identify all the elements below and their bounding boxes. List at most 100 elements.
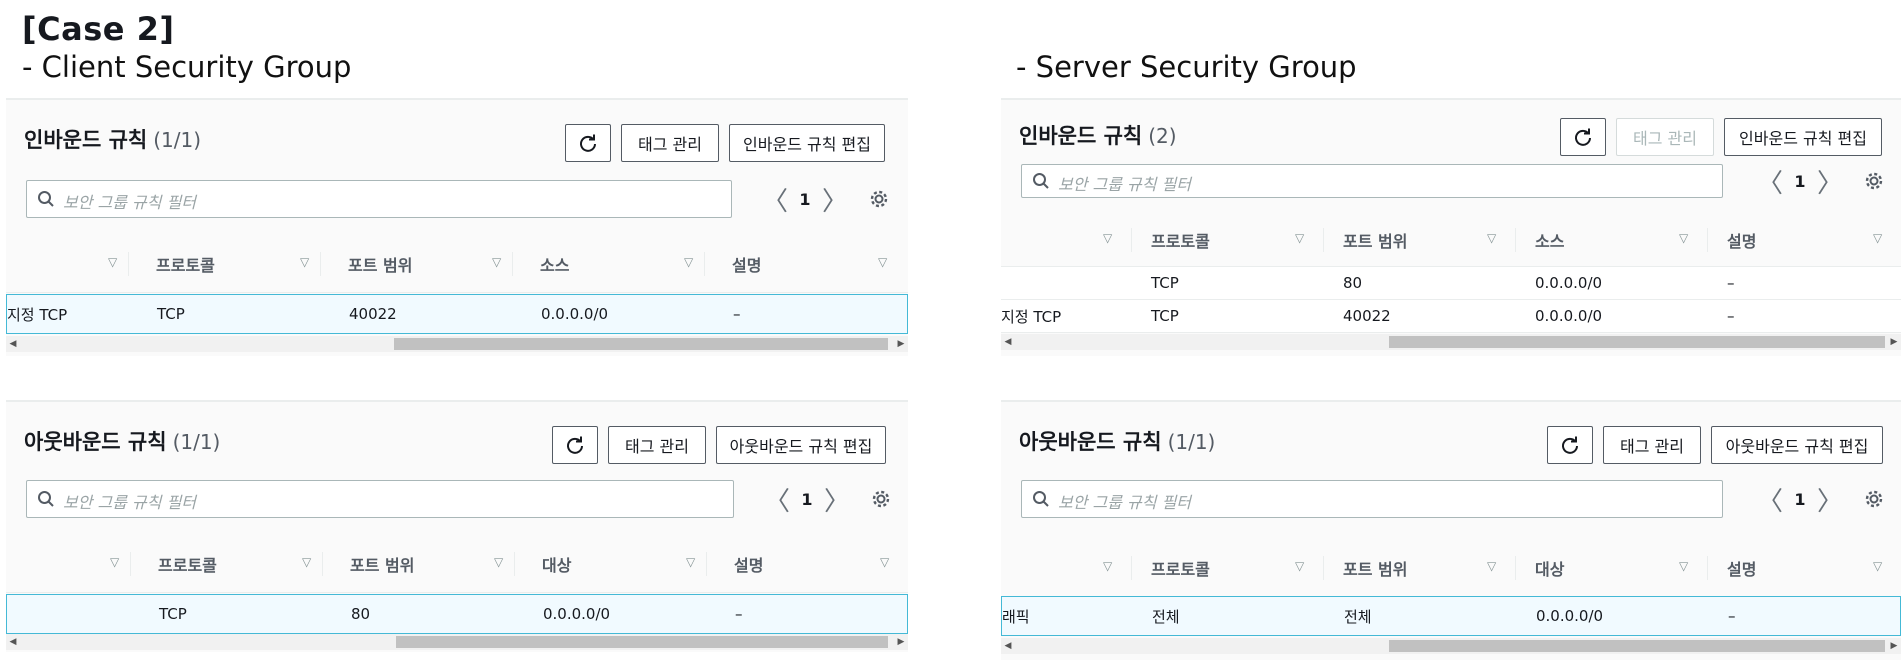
sort-icon[interactable]: ▽	[1295, 560, 1307, 572]
table-header: ▽ 프로토콜 ▽ 포트 범위 ▽ 대상 ▽ 설명 ▽	[6, 536, 908, 593]
page-number[interactable]: 1	[788, 190, 822, 209]
pagination: 〈 1 〉	[1757, 480, 1843, 518]
tag-manage-button[interactable]: 태그 관리	[608, 426, 706, 464]
refresh-icon	[1562, 436, 1578, 454]
panel-title: 아웃바운드 규칙 (1/1)	[24, 430, 221, 454]
scrollbar-thumb[interactable]	[396, 636, 888, 648]
settings-gear-icon[interactable]	[870, 488, 892, 510]
panel-title: 인바운드 규칙 (2)	[1019, 124, 1177, 148]
next-page-button[interactable]: 〉	[1817, 163, 1843, 200]
edit-outbound-rules-button[interactable]: 아웃바운드 규칙 편집	[1711, 426, 1883, 464]
scrollbar-thumb[interactable]	[1389, 336, 1885, 348]
column-header-description[interactable]: 설명	[732, 236, 761, 292]
prev-page-button[interactable]: 〈	[1757, 163, 1783, 200]
prev-page-button[interactable]: 〈	[764, 481, 790, 518]
sort-icon[interactable]: ▽	[110, 556, 122, 568]
column-header-port-range[interactable]: 포트 범위	[1343, 214, 1407, 266]
sort-icon[interactable]: ▽	[1103, 232, 1115, 244]
settings-gear-icon[interactable]	[1863, 488, 1885, 510]
scrollbar-thumb[interactable]	[394, 338, 888, 350]
table-header: ▽ 프로토콜 ▽ 포트 범위 ▽ 대상 ▽ 설명 ▽	[1001, 540, 1901, 597]
column-header-port-range[interactable]: 포트 범위	[348, 236, 412, 292]
sort-icon[interactable]: ▽	[108, 256, 120, 268]
server-group-title: - Server Security Group	[1016, 50, 1357, 84]
table-row[interactable]: TCP 80 0.0.0.0/0 –	[1001, 267, 1901, 300]
panel-title: 아웃바운드 규칙 (1/1)	[1019, 430, 1216, 454]
sort-icon[interactable]: ▽	[1487, 560, 1499, 572]
table-row[interactable]: TCP 80 0.0.0.0/0 –	[6, 594, 908, 634]
settings-gear-icon[interactable]	[1863, 170, 1885, 192]
page-number[interactable]: 1	[790, 490, 824, 509]
sort-icon[interactable]: ▽	[1295, 232, 1307, 244]
panel-title: 인바운드 규칙 (1/1)	[24, 128, 202, 152]
prev-page-button[interactable]: 〈	[1757, 481, 1783, 518]
horizontal-scrollbar[interactable]: ◀ ▶	[6, 634, 908, 650]
page-number[interactable]: 1	[1783, 490, 1817, 509]
column-header-protocol[interactable]: 프로토콜	[1151, 540, 1210, 596]
horizontal-scrollbar[interactable]: ◀ ▶	[1001, 334, 1901, 350]
refresh-button[interactable]	[552, 426, 598, 464]
refresh-button[interactable]	[565, 124, 611, 162]
tag-manage-button[interactable]: 태그 관리	[1603, 426, 1701, 464]
horizontal-scrollbar[interactable]: ◀ ▶	[1001, 638, 1901, 654]
sort-icon[interactable]: ▽	[878, 256, 890, 268]
refresh-icon	[567, 436, 583, 454]
column-header-protocol[interactable]: 프로토콜	[1151, 214, 1210, 266]
sort-icon[interactable]: ▽	[880, 556, 892, 568]
sort-icon[interactable]: ▽	[1873, 560, 1885, 572]
sort-icon[interactable]: ▽	[1873, 232, 1885, 244]
column-header-protocol[interactable]: 프로토콜	[156, 236, 215, 292]
search-icon	[38, 191, 54, 207]
client-group-title: - Client Security Group	[22, 50, 352, 84]
horizontal-scrollbar[interactable]: ◀ ▶	[6, 336, 908, 352]
column-header-source[interactable]: 소스	[1535, 214, 1564, 266]
search-input[interactable]: 보안 그룹 규칙 필터	[1021, 164, 1723, 198]
search-icon	[38, 491, 54, 507]
table-row[interactable]: 지정 TCP TCP 40022 0.0.0.0/0 –	[6, 294, 908, 334]
server-outbound-panel: 아웃바운드 규칙 (1/1) 태그 관리 아웃바운드 규칙 편집 보안 그룹 규칙…	[1001, 400, 1901, 660]
column-header-destination[interactable]: 대상	[542, 536, 571, 592]
edit-inbound-rules-button[interactable]: 인바운드 규칙 편집	[729, 124, 885, 162]
refresh-icon	[580, 134, 596, 152]
pagination: 〈 1 〉	[764, 480, 850, 518]
table-row[interactable]: 래픽 전체 전체 0.0.0.0/0 –	[1001, 596, 1901, 636]
column-header-protocol[interactable]: 프로토콜	[158, 536, 217, 592]
search-input[interactable]: 보안 그룹 규칙 필터	[1021, 480, 1723, 518]
sort-icon[interactable]: ▽	[1487, 232, 1499, 244]
table-header: ▽ 프로토콜 ▽ 포트 범위 ▽ 소스 ▽ 설명 ▽	[6, 236, 908, 293]
settings-gear-icon[interactable]	[868, 188, 890, 210]
column-header-description[interactable]: 설명	[1727, 214, 1756, 266]
column-header-source[interactable]: 소스	[540, 236, 569, 292]
scrollbar-thumb[interactable]	[1389, 640, 1885, 652]
next-page-button[interactable]: 〉	[1817, 481, 1843, 518]
tag-manage-button[interactable]: 태그 관리	[621, 124, 719, 162]
prev-page-button[interactable]: 〈	[762, 181, 788, 218]
tag-manage-button[interactable]: 태그 관리	[1616, 118, 1714, 156]
search-input[interactable]: 보안 그룹 규칙 필터	[26, 480, 734, 518]
column-header-port-range[interactable]: 포트 범위	[1343, 540, 1407, 596]
column-header-destination[interactable]: 대상	[1535, 540, 1564, 596]
refresh-button[interactable]	[1547, 426, 1593, 464]
client-outbound-panel: 아웃바운드 규칙 (1/1) 태그 관리 아웃바운드 규칙 편집 보안 그룹 규칙…	[6, 400, 908, 652]
sort-icon[interactable]: ▽	[300, 256, 312, 268]
next-page-button[interactable]: 〉	[824, 481, 850, 518]
column-header-description[interactable]: 설명	[734, 536, 763, 592]
sort-icon[interactable]: ▽	[1679, 232, 1691, 244]
case-title: [Case 2]	[22, 10, 175, 48]
column-header-description[interactable]: 설명	[1727, 540, 1756, 596]
column-header-port-range[interactable]: 포트 범위	[350, 536, 414, 592]
sort-icon[interactable]: ▽	[1679, 560, 1691, 572]
sort-icon[interactable]: ▽	[684, 256, 696, 268]
sort-icon[interactable]: ▽	[686, 556, 698, 568]
sort-icon[interactable]: ▽	[1103, 560, 1115, 572]
sort-icon[interactable]: ▽	[302, 556, 314, 568]
table-row[interactable]: 지정 TCP TCP 40022 0.0.0.0/0 –	[1001, 300, 1901, 333]
search-input[interactable]: 보안 그룹 규칙 필터	[26, 180, 732, 218]
sort-icon[interactable]: ▽	[492, 256, 504, 268]
edit-outbound-rules-button[interactable]: 아웃바운드 규칙 편집	[716, 426, 886, 464]
page-number[interactable]: 1	[1783, 172, 1817, 191]
sort-icon[interactable]: ▽	[494, 556, 506, 568]
next-page-button[interactable]: 〉	[822, 181, 848, 218]
edit-inbound-rules-button[interactable]: 인바운드 규칙 편집	[1724, 118, 1882, 156]
refresh-button[interactable]	[1560, 118, 1606, 156]
